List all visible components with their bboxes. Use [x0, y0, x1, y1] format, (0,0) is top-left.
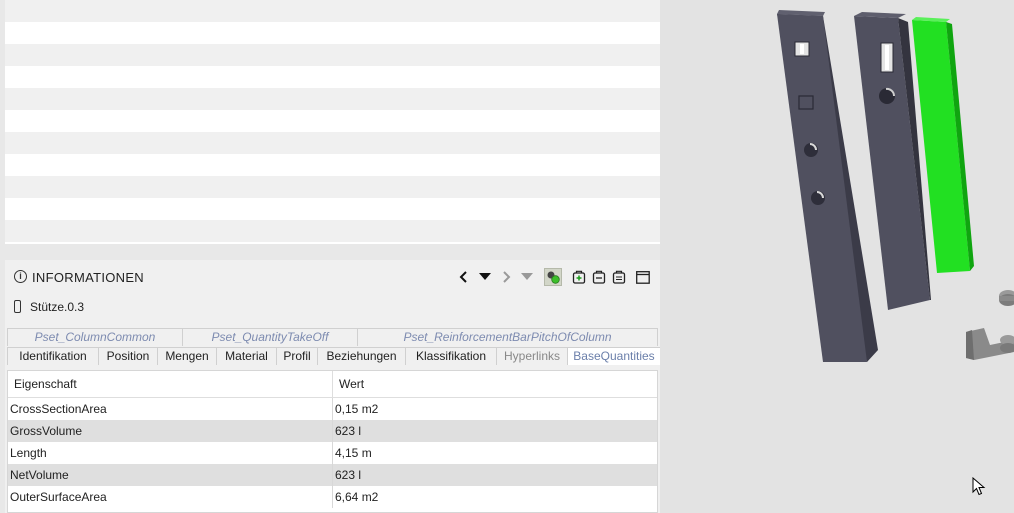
list-row[interactable] — [5, 88, 660, 110]
tab-mengen[interactable]: Mengen — [157, 347, 217, 365]
table-header: Eigenschaft Wert — [8, 371, 657, 398]
tab-basequantities[interactable]: BaseQuantities — [567, 347, 661, 365]
info-icon: i — [14, 270, 27, 283]
tab-profil[interactable]: Profil — [276, 347, 318, 365]
caret-down-icon[interactable] — [476, 268, 494, 286]
list-row[interactable] — [5, 198, 660, 220]
property-value: 4,15 m — [335, 446, 372, 460]
property-name: OuterSurfaceArea — [8, 486, 333, 508]
main-tab-row: Identifikation Position Mengen Material … — [7, 347, 661, 365]
tab-pset-columncommon[interactable]: Pset_ColumnCommon — [7, 328, 183, 346]
edit-property-icon[interactable] — [590, 268, 608, 286]
sync-selection-icon[interactable] — [544, 268, 562, 286]
column-header-eigenschaft[interactable]: Eigenschaft — [8, 371, 333, 397]
remove-property-icon[interactable] — [610, 268, 628, 286]
property-name: NetVolume — [8, 464, 333, 486]
chevron-right-icon[interactable] — [497, 268, 515, 286]
window-maximize-icon[interactable] — [634, 268, 652, 286]
list-row[interactable] — [5, 132, 660, 154]
property-name: GrossVolume — [8, 420, 333, 442]
list-row[interactable] — [5, 176, 660, 198]
property-table: Eigenschaft Wert CrossSectionArea 0,15 m… — [7, 370, 658, 513]
column-icon — [14, 300, 21, 313]
element-name: Stütze.0.3 — [30, 300, 85, 314]
tab-pset-quantitytakeoff[interactable]: Pset_QuantityTakeOff — [182, 328, 358, 346]
property-value: 623 l — [335, 424, 362, 438]
property-name: Length — [8, 442, 333, 464]
partial-objects[interactable] — [966, 290, 1014, 360]
tab-hyperlinks[interactable]: Hyperlinks — [496, 347, 568, 365]
property-name: CrossSectionArea — [8, 398, 333, 420]
table-row[interactable]: Length 4,15 m — [8, 442, 657, 464]
column-header-wert[interactable]: Wert — [333, 371, 657, 397]
table-row[interactable]: GrossVolume 623 l — [8, 420, 657, 442]
tab-material[interactable]: Material — [216, 347, 277, 365]
chevron-left-icon[interactable] — [455, 268, 473, 286]
caret-down-disabled-icon[interactable] — [518, 268, 536, 286]
panel-title: INFORMATIONEN — [32, 270, 144, 285]
property-value: 6,64 m2 — [335, 490, 379, 504]
information-panel: i INFORMATIONEN Stütze.0.3 Pset_ColumnCo… — [5, 260, 661, 513]
list-row[interactable] — [5, 0, 660, 22]
list-row[interactable] — [5, 154, 660, 176]
list-row[interactable] — [5, 66, 660, 88]
property-value: 0,15 m2 — [335, 402, 379, 416]
property-value: 623 l — [335, 468, 362, 482]
list-row[interactable] — [5, 110, 660, 132]
mouse-cursor-icon — [972, 476, 986, 500]
list-row[interactable] — [5, 220, 660, 242]
pset-tab-row: Pset_ColumnCommon Pset_QuantityTakeOff P… — [7, 328, 658, 346]
table-row[interactable]: CrossSectionArea 0,15 m2 — [8, 398, 657, 420]
object-list[interactable] — [5, 0, 660, 244]
panel-header: i INFORMATIONEN — [5, 260, 660, 294]
list-row[interactable] — [5, 22, 660, 44]
tab-pset-reinforcementbarpitch[interactable]: Pset_ReinforcementBarPitchOfColumn — [357, 328, 658, 346]
table-row[interactable]: NetVolume 623 l — [8, 464, 657, 486]
3d-viewport[interactable] — [660, 0, 1014, 513]
table-row[interactable]: OuterSurfaceArea 6,64 m2 — [8, 486, 657, 508]
tab-klassifikation[interactable]: Klassifikation — [405, 347, 497, 365]
list-row[interactable] — [5, 44, 660, 66]
tab-identifikation[interactable]: Identifikation — [7, 347, 99, 365]
tab-position[interactable]: Position — [98, 347, 158, 365]
tab-beziehungen[interactable]: Beziehungen — [317, 347, 406, 365]
add-property-icon[interactable] — [570, 268, 588, 286]
